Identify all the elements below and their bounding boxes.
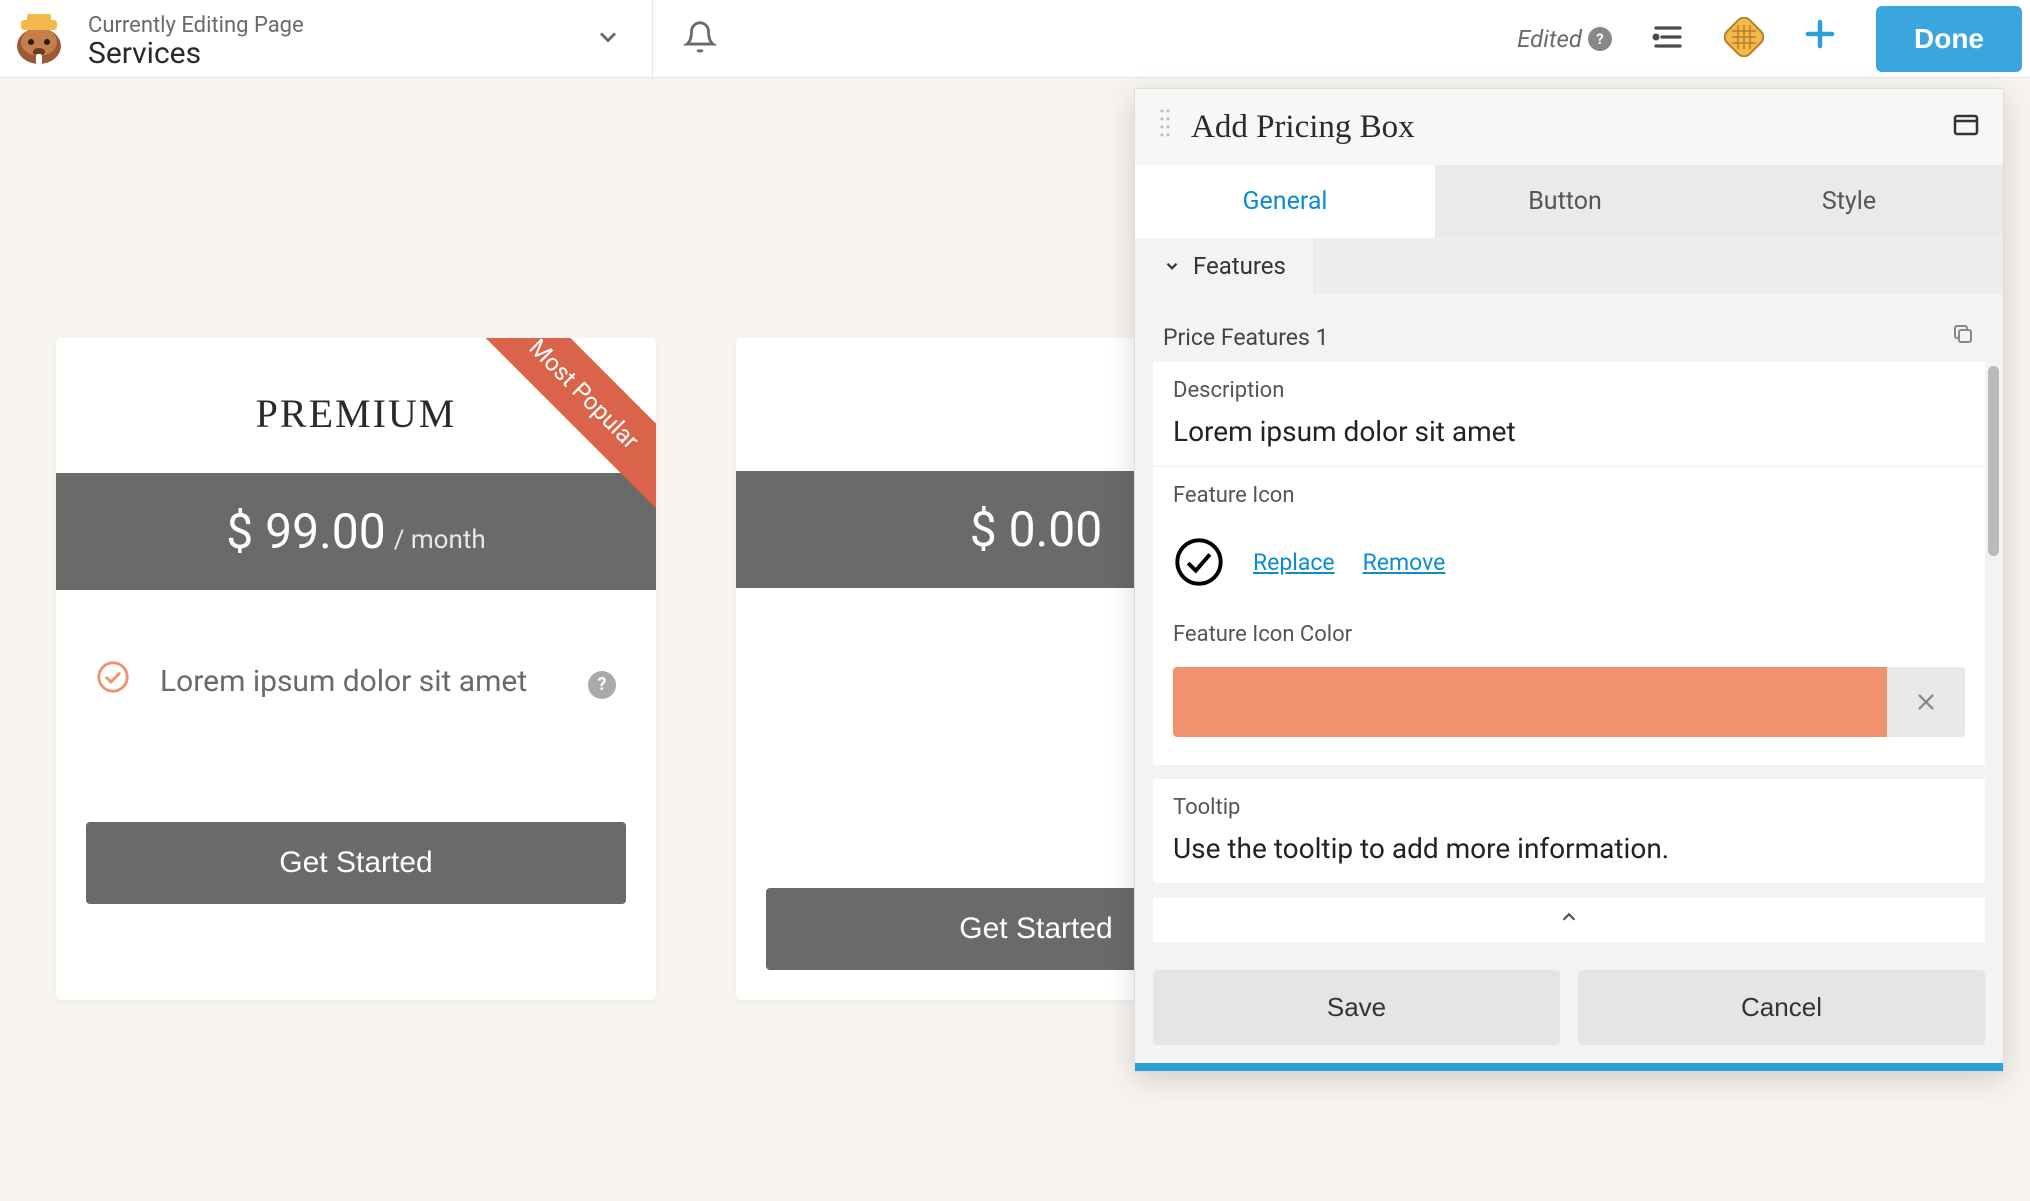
resize-icon[interactable] (1953, 114, 1979, 140)
scrollbar[interactable] (1988, 366, 1999, 556)
field-description: Description Lorem ipsum dolor sit amet F… (1153, 362, 1985, 765)
feature-check-icon (96, 660, 130, 702)
page-dropdown-toggle[interactable] (594, 23, 622, 55)
topbar: Currently Editing Page Services Edited ? (0, 0, 2030, 78)
add-icon[interactable] (1802, 15, 1838, 62)
description-label: Description (1153, 362, 1985, 409)
page-title: Services (88, 36, 304, 71)
topbar-right: Edited ? Done (1517, 6, 2030, 72)
collapse-toggle[interactable] (1153, 897, 1985, 942)
price-amount: $ 0.00 (970, 501, 1102, 558)
panel-title: Add Pricing Box (1191, 109, 1415, 146)
notifications-icon[interactable] (683, 20, 717, 58)
feature-icon-row: Replace Remove (1153, 514, 1985, 616)
panel-footer: Save Cancel (1135, 942, 2003, 1063)
cancel-button[interactable]: Cancel (1578, 970, 1985, 1045)
edited-label: Edited (1517, 25, 1582, 53)
panel-body: Price Features 1 Description Lorem ipsum… (1135, 294, 2003, 1063)
feature-icon-color-label: Feature Icon Color (1153, 616, 1985, 653)
section-title: Price Features 1 (1163, 324, 1329, 351)
price-duration: / month (394, 525, 486, 555)
panel-subtabs: Features (1135, 238, 2003, 294)
page-meta: Currently Editing Page Services (78, 7, 304, 71)
edited-status: Edited ? (1517, 25, 1612, 53)
price-bar: $ 99.00 / month (56, 473, 656, 590)
editing-label: Currently Editing Page (88, 13, 304, 38)
tooltip-label: Tooltip (1153, 779, 1985, 826)
panel-header[interactable]: Add Pricing Box (1135, 89, 2003, 165)
section-header: Price Features 1 (1135, 294, 2003, 362)
save-button[interactable]: Save (1153, 970, 1560, 1045)
tooltip-value[interactable]: Use the tooltip to add more information. (1153, 826, 1985, 883)
pricing-card-premium[interactable]: Most Popular PREMIUM $ 99.00 / month Lor… (56, 338, 656, 1000)
feature-icon-label: Feature Icon (1153, 467, 1985, 514)
panel-tabs: General Button Style (1135, 165, 2003, 238)
help-icon[interactable]: ? (1588, 27, 1612, 51)
feature-row: Lorem ipsum dolor sit amet ? (56, 590, 656, 732)
price-amount: $ 99.00 (226, 503, 385, 560)
feature-text: Lorem ipsum dolor sit amet (160, 664, 527, 699)
duplicate-icon[interactable] (1951, 322, 1975, 352)
tab-button[interactable]: Button (1435, 165, 1695, 238)
subtab-features[interactable]: Features (1135, 238, 1315, 294)
outline-icon[interactable] (1650, 19, 1686, 59)
subtab-label: Features (1193, 252, 1286, 280)
tab-style[interactable]: Style (1695, 165, 2003, 238)
panel-accent-bar (1135, 1063, 2003, 1071)
modules-icon[interactable] (1724, 17, 1764, 61)
replace-link[interactable]: Replace (1253, 549, 1335, 576)
feature-help[interactable]: ? (588, 663, 616, 699)
field-tooltip: Tooltip Use the tooltip to add more info… (1153, 779, 1985, 883)
color-clear-button[interactable] (1887, 667, 1965, 737)
divider (652, 0, 653, 78)
description-value[interactable]: Lorem ipsum dolor sit amet (1153, 409, 1985, 466)
settings-panel: Add Pricing Box General Button Style Fea… (1134, 88, 2004, 1072)
color-swatch[interactable] (1173, 667, 1887, 737)
remove-link[interactable]: Remove (1363, 549, 1446, 576)
get-started-button[interactable]: Get Started (86, 822, 626, 904)
drag-handle-icon[interactable] (1159, 107, 1171, 147)
done-button[interactable]: Done (1876, 6, 2022, 72)
color-picker-row (1153, 653, 1985, 765)
tab-general[interactable]: General (1135, 165, 1435, 238)
app-logo (0, 0, 78, 78)
feature-icon-preview (1173, 536, 1225, 588)
